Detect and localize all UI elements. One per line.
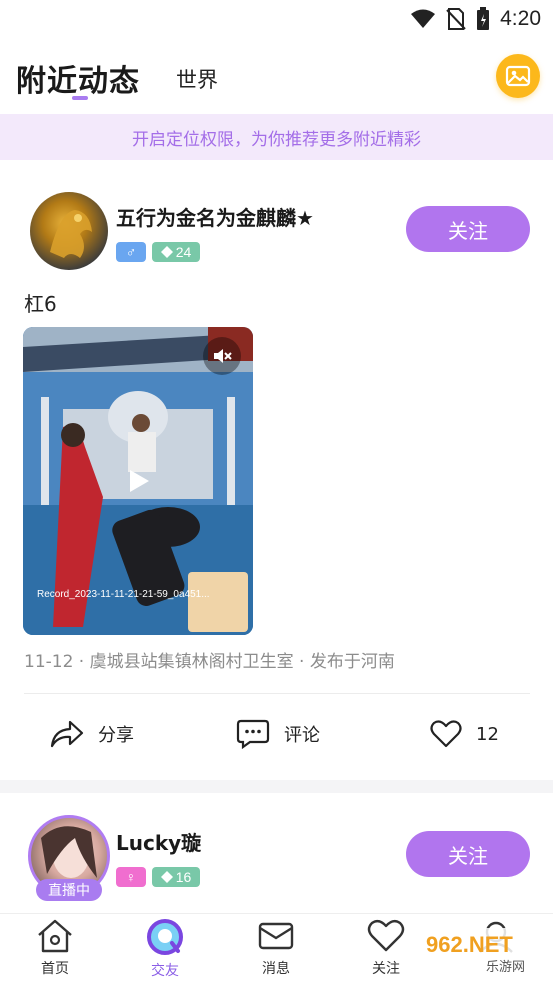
comment-button[interactable]: 评论: [236, 717, 320, 751]
post-card: 五行为金名为金麒麟★ ♂ 24 关注 杠6 Record_2023-11-11-: [0, 160, 553, 780]
username[interactable]: Lucky璇: [116, 827, 201, 856]
like-button[interactable]: 12: [430, 717, 499, 751]
comment-label: 评论: [284, 725, 320, 746]
speaker-muted-icon: [214, 349, 232, 363]
level-badge: 24: [152, 242, 200, 262]
status-bar: 4:20: [0, 0, 553, 40]
live-badge[interactable]: 直播中: [36, 879, 102, 901]
gender-badge: ♂: [116, 242, 146, 262]
chat-bubble-icon: [147, 919, 183, 955]
tab-world[interactable]: 世界: [176, 64, 218, 94]
play-button[interactable]: [123, 465, 155, 497]
share-label: 分享: [98, 725, 134, 746]
nav-label-following: 关注: [372, 961, 400, 977]
mail-icon: [258, 922, 294, 950]
nav-friends[interactable]: 交友: [125, 918, 205, 982]
level-value: 24: [175, 244, 192, 260]
tab-nearby[interactable]: 附近动态: [16, 56, 140, 100]
share-button[interactable]: 分享: [50, 717, 134, 751]
video-player[interactable]: Record_2023-11-11-21-21-59_0a451...: [23, 327, 253, 635]
gallery-button[interactable]: [496, 54, 540, 98]
post-text: 杠6: [24, 292, 57, 316]
nav-label-home: 首页: [41, 961, 69, 977]
heart-icon: [430, 720, 462, 748]
avatar[interactable]: [30, 192, 108, 270]
diamond-icon: [160, 246, 173, 258]
diamond-icon: [160, 871, 173, 883]
watermark-text: 962.NET: [426, 932, 513, 957]
post-card: 直播中 Lucky璇 ♀ 16 关注: [0, 793, 553, 913]
male-icon: ♂: [125, 244, 137, 260]
home-icon: [38, 919, 72, 953]
female-icon: ♀: [125, 869, 137, 885]
no-sim-icon: [446, 8, 466, 30]
image-icon: [505, 65, 531, 87]
follow-button[interactable]: 关注: [406, 206, 530, 252]
share-icon: [50, 720, 84, 748]
nav-home[interactable]: 首页: [15, 918, 95, 982]
level-value: 16: [175, 869, 192, 885]
post-meta: 11-12 · 虞城县站集镇林阁村卫生室 · 发布于河南: [24, 652, 395, 672]
watermark-subtext: 乐游网: [486, 960, 526, 975]
wifi-icon: [411, 9, 436, 28]
like-count: 12: [476, 723, 499, 745]
nav-label-messages: 消息: [262, 961, 290, 977]
battery-icon: [477, 7, 490, 30]
level-badge: 16: [152, 867, 200, 887]
divider: [24, 693, 530, 694]
follow-button[interactable]: 关注: [406, 831, 530, 877]
nav-following[interactable]: 关注: [346, 918, 426, 982]
nav-messages[interactable]: 消息: [236, 918, 316, 982]
heart-icon: [367, 919, 405, 952]
gender-badge: ♀: [116, 867, 146, 887]
location-permission-banner[interactable]: 开启定位权限，为你推荐更多附近精彩: [0, 114, 553, 160]
status-icons: 4:20: [410, 6, 541, 32]
banner-text: 开启定位权限，为你推荐更多附近精彩: [132, 129, 421, 150]
comment-icon: [236, 719, 270, 749]
avatar-image: [50, 210, 92, 258]
mute-button[interactable]: [203, 337, 241, 375]
status-time: 4:20: [500, 7, 541, 30]
record-text: Record_2023-11-11-21-21-59_0a451...: [37, 589, 210, 600]
watermark-logo: 962.NET 乐游网: [418, 928, 548, 976]
tab-indicator: [72, 96, 88, 100]
username[interactable]: 五行为金名为金麒麟★: [116, 202, 314, 231]
header: 附近动态 世界: [0, 40, 553, 114]
nav-label-friends: 交友: [151, 963, 179, 979]
play-icon: [130, 470, 149, 492]
